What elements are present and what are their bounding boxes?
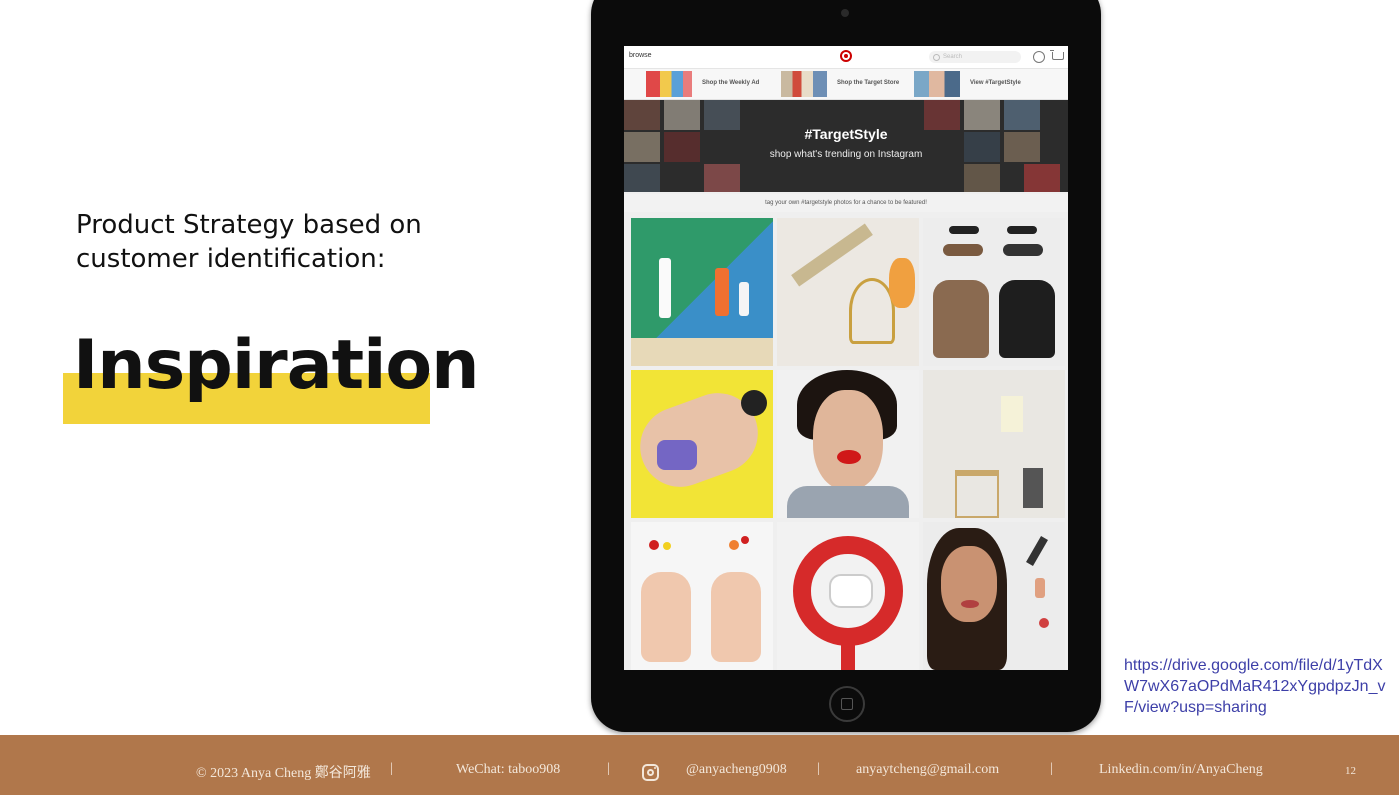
- search-placeholder: Search: [943, 54, 963, 60]
- hand-shape: [711, 572, 761, 662]
- footer-linkedin[interactable]: Linkedin.com/in/AnyaCheng: [1099, 762, 1263, 778]
- sneaker-shape: [829, 574, 873, 608]
- lips-shape: [837, 450, 861, 464]
- dot-red: [649, 540, 659, 550]
- ruler-shape: [791, 223, 873, 287]
- slide-subtitle: Product Strategy based on customer ident…: [76, 210, 422, 274]
- hero-mosaic-tile: [1024, 164, 1060, 192]
- search-input[interactable]: Search: [929, 51, 1021, 63]
- grid-photo-swimsuit[interactable]: [631, 370, 773, 518]
- grid-photo-bullseye[interactable]: [777, 522, 919, 670]
- promo-thumbnail: [781, 71, 827, 97]
- footer-wechat: WeChat: taboo908: [456, 762, 561, 777]
- grid-photo-craft[interactable]: [777, 218, 919, 366]
- promo-thumbnail: [914, 71, 960, 97]
- tablet-home-button: [829, 686, 865, 722]
- face-shape: [813, 390, 883, 490]
- hero-title: #TargetStyle: [804, 126, 888, 142]
- hashtag-tagline: tag your own #targetstyle photos for a c…: [624, 194, 1068, 212]
- shoe-shape: [943, 244, 983, 256]
- product-bottle-shape: [715, 268, 729, 316]
- grid-photo-bathroom[interactable]: [923, 370, 1065, 518]
- backpack-shape: [999, 280, 1055, 358]
- grid-photo-red-lips[interactable]: [777, 370, 919, 518]
- footer-separator: |: [1050, 761, 1053, 776]
- cart-icon[interactable]: [1050, 50, 1064, 60]
- browse-link[interactable]: browse: [629, 52, 652, 59]
- grid-photo-accessories[interactable]: [923, 218, 1065, 366]
- towel-shape: [1001, 396, 1023, 432]
- hero-mosaic-tile: [624, 164, 660, 192]
- product-bottle-shape: [659, 258, 671, 318]
- hair-shape: [741, 390, 767, 416]
- dot-red: [741, 536, 749, 544]
- sunglasses-shape: [949, 226, 979, 234]
- drive-link[interactable]: https://drive.google.com/file/d/1yTdXW7w…: [1124, 655, 1394, 718]
- hero-mosaic-tile: [704, 164, 740, 192]
- target-logo-icon[interactable]: [840, 50, 852, 62]
- lips-shape: [961, 600, 979, 608]
- promo-label: Shop the Weekly Ad: [702, 80, 760, 86]
- slide-headline: Inspiration: [73, 326, 480, 405]
- shoe-shape: [1003, 244, 1043, 256]
- bathrobe-shape: [1023, 468, 1043, 508]
- tablet-mockup: browse Search Shop the Weekly Ad Shop th…: [591, 0, 1101, 732]
- product-bottle-shape: [739, 282, 749, 316]
- jacket-shape: [787, 486, 909, 518]
- orange-slices-shape: [889, 258, 915, 308]
- footer-email[interactable]: anyaytcheng@gmail.com: [856, 762, 999, 778]
- footer-instagram[interactable]: @anyacheng0908: [686, 762, 787, 778]
- sand-shape: [631, 338, 773, 366]
- footer-separator: |: [390, 761, 393, 776]
- sunglasses-shape: [1007, 226, 1037, 234]
- cosmetic-shape: [1035, 578, 1045, 598]
- app-top-bar: browse Search: [624, 46, 1068, 69]
- search-icon: [933, 54, 940, 61]
- grid-photo-nails[interactable]: [631, 522, 773, 670]
- stool-shape: [955, 470, 999, 518]
- backpack-shape: [933, 280, 989, 358]
- face-shape: [941, 546, 997, 622]
- hero-mosaic-tile: [964, 164, 1000, 192]
- hand-shape: [641, 572, 691, 662]
- grid-photo-beauty[interactable]: [631, 218, 773, 366]
- footer-separator: |: [607, 761, 610, 776]
- tablet-camera: [841, 9, 849, 17]
- promo-label: Shop the Target Store: [837, 80, 900, 86]
- grid-photo-makeup-model[interactable]: [923, 522, 1065, 670]
- promo-thumbnail: [646, 71, 692, 97]
- dot-yellow: [663, 542, 671, 550]
- hero-subtitle: shop what's trending on Instagram: [769, 149, 923, 160]
- instagram-icon: [642, 764, 659, 781]
- swimsuit-shape: [657, 440, 697, 470]
- footer-separator: |: [817, 761, 820, 776]
- lipstick-shape: [1026, 536, 1048, 566]
- promo-strip: Shop the Weekly Ad Shop the Target Store…: [624, 69, 1068, 100]
- tablet-screen: browse Search Shop the Weekly Ad Shop th…: [624, 46, 1068, 670]
- dot-orange: [729, 540, 739, 550]
- slide-footer: © 2023 Anya Cheng 鄭谷阿雅 | WeChat: taboo90…: [0, 735, 1399, 795]
- hero-banner: #TargetStyle shop what's trending on Ins…: [624, 100, 1068, 192]
- promo-label: View #TargetStyle: [970, 80, 1021, 86]
- account-icon[interactable]: [1033, 51, 1045, 63]
- page-number: 12: [1345, 765, 1356, 777]
- cosmetic-shape: [1039, 618, 1049, 628]
- footer-copyright: © 2023 Anya Cheng 鄭谷阿雅: [196, 766, 371, 781]
- bullseye-stem-shape: [841, 632, 855, 670]
